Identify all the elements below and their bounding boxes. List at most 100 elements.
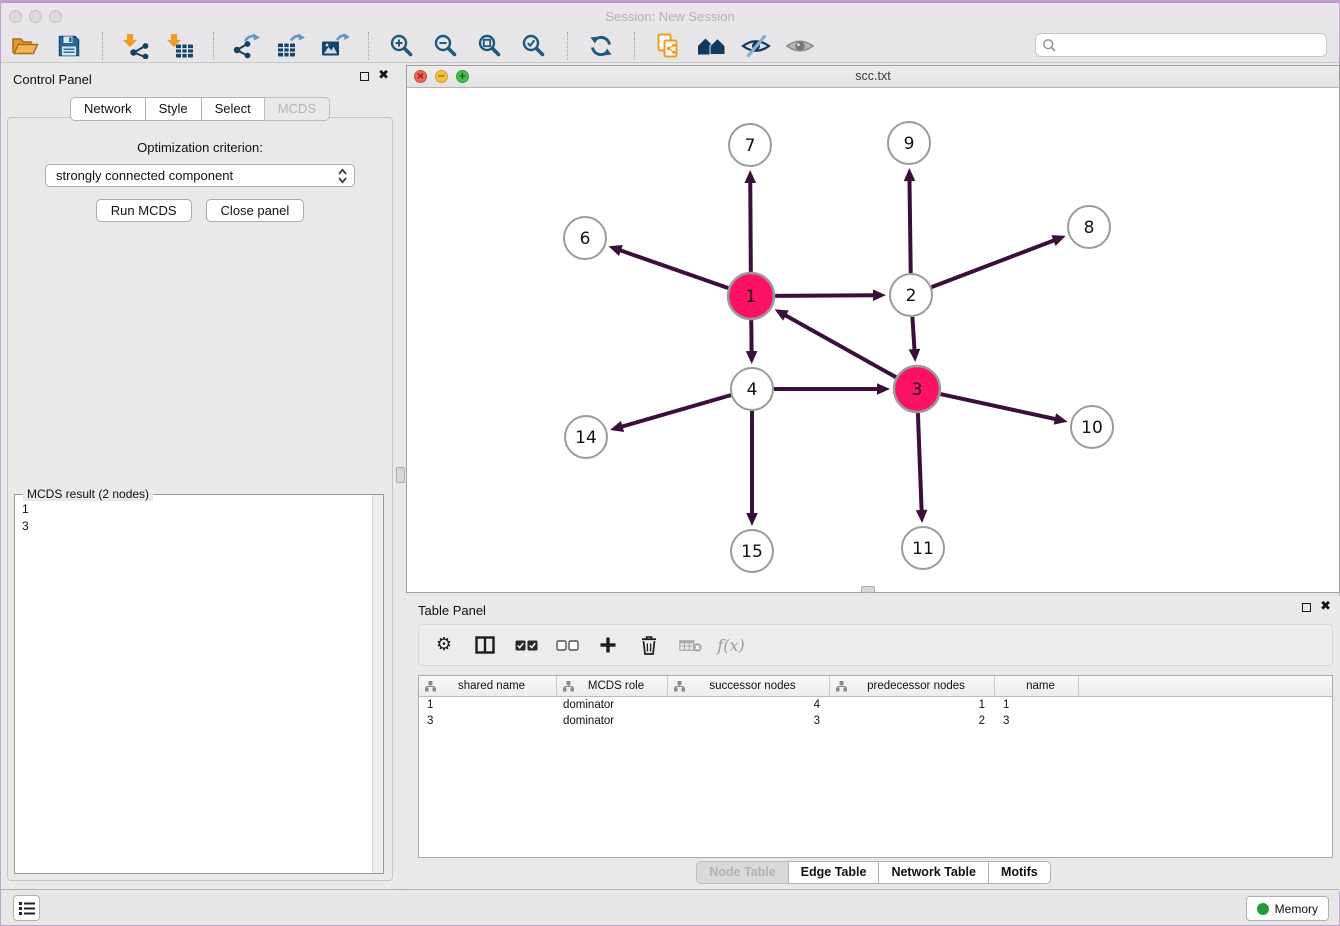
search-field [1035,33,1327,57]
function-builder-icon[interactable]: f(x) [719,632,743,658]
zoom-fit-magnifier-icon[interactable] [472,30,508,62]
tab-mcds[interactable]: MCDS [264,97,330,121]
houses-icon[interactable] [694,30,730,62]
memory-status-icon [1257,903,1269,915]
delete-table-icon[interactable] [678,632,702,658]
close-panel-icon[interactable]: ✖ [378,71,389,81]
graph-edge[interactable] [918,413,922,512]
network-window-titlebar[interactable]: × − + scc.txt [407,66,1339,88]
column-header-successor-nodes[interactable]: successor nodes [668,676,830,696]
tab-motifs[interactable]: Motifs [988,861,1051,884]
column-header-mcds-role[interactable]: MCDS role [557,676,668,696]
tab-network[interactable]: Network [70,97,146,121]
tab-style[interactable]: Style [145,97,202,121]
table-row[interactable]: 3 dominator 3 2 3 [419,713,1332,729]
optimization-criterion-dropdown[interactable]: strongly connected component [45,164,355,187]
column-header-name[interactable]: name [995,676,1079,696]
graph-edge[interactable] [619,250,728,288]
tab-node-table[interactable]: Node Table [696,861,788,884]
graph-edge[interactable] [909,179,910,273]
select-all-checkboxes-icon[interactable] [514,632,538,658]
graph-edge-arrowhead [904,168,916,181]
svg-text:6: 6 [580,229,591,249]
export-image-icon[interactable] [317,30,353,62]
graph-edge-arrowhead [610,421,624,432]
hierarchy-icon [836,681,847,692]
graph-edge-arrowhead [609,245,623,256]
graph-edge-arrowhead [746,513,758,526]
graph-node-1[interactable]: 1 [728,273,774,319]
vertical-splitter-handle[interactable] [396,467,405,483]
zoom-selected-magnifier-icon[interactable] [516,30,552,62]
network-window-title: scc.txt [407,69,1339,83]
toolbar-separator [102,32,103,60]
graph-node-9[interactable]: 9 [888,122,930,164]
split-columns-icon[interactable] [473,632,497,658]
graph-edge-arrowhead [1051,235,1065,246]
close-panel-button[interactable]: Close panel [206,199,305,222]
svg-text:10: 10 [1081,418,1103,438]
add-column-icon[interactable] [596,632,620,658]
graph-edge-arrowhead [873,289,886,301]
task-history-button[interactable] [13,895,40,921]
zoom-in-magnifier-icon[interactable] [384,30,420,62]
export-network-icon[interactable] [229,30,265,62]
import-network-icon[interactable] [118,30,154,62]
graph-edge[interactable] [912,317,914,351]
export-table-icon[interactable] [273,30,309,62]
refresh-arrows-icon[interactable] [583,30,619,62]
network-view-window: × − + scc.txt 7 9 6 8 1 2 4 3 14 10 15 11 [406,65,1340,593]
save-floppy-icon[interactable] [51,30,87,62]
gear-icon[interactable]: ⚙ [432,632,456,658]
eye-slash-icon[interactable] [738,30,774,62]
close-table-panel-icon[interactable]: ✖ [1320,602,1331,612]
run-mcds-button[interactable]: Run MCDS [96,199,192,222]
zoom-out-magnifier-icon[interactable] [428,30,464,62]
graph-edge[interactable] [940,394,1056,419]
column-header-filler [1079,676,1332,696]
svg-text:11: 11 [912,539,934,559]
graph-node-2[interactable]: 2 [890,274,932,316]
graph-edge[interactable] [621,395,731,427]
float-table-panel-icon[interactable] [1302,603,1311,612]
graph-node-4[interactable]: 4 [731,368,773,410]
graph-edge[interactable] [784,315,896,378]
horizontal-splitter-handle[interactable] [861,586,875,593]
graph-edge-arrowhead [909,349,921,362]
graph-node-7[interactable]: 7 [729,124,771,166]
table-row[interactable]: 1 dominator 4 1 1 [419,697,1332,713]
toolbar-separator [213,32,214,60]
graph-node-11[interactable]: 11 [902,527,944,569]
tab-select[interactable]: Select [201,97,265,121]
app-title: Session: New Session [1,9,1339,24]
graph-node-15[interactable]: 15 [731,530,773,572]
graph-node-8[interactable]: 8 [1068,206,1110,248]
mcds-tab-content: Optimization criterion: strongly connect… [7,117,393,881]
graph-edge[interactable] [932,240,1056,287]
memory-button[interactable]: Memory [1246,896,1329,921]
trash-icon[interactable] [637,632,661,658]
dropdown-value: strongly connected component [56,168,233,183]
open-folder-icon[interactable] [7,30,43,62]
graph-node-6[interactable]: 6 [564,217,606,259]
result-scrollbar[interactable] [372,495,383,873]
graph-edge[interactable] [750,181,751,272]
copy-documents-icon[interactable] [650,30,686,62]
search-input[interactable] [1057,35,1326,55]
column-header-predecessor-nodes[interactable]: predecessor nodes [830,676,995,696]
svg-text:1: 1 [746,287,757,307]
column-header-shared-name[interactable]: shared name [419,676,557,696]
graph-node-3[interactable]: 3 [894,366,940,412]
float-panel-icon[interactable] [360,72,369,81]
window-border-accent [1,1,1339,3]
graph-edge[interactable] [775,295,875,296]
tab-network-table[interactable]: Network Table [878,861,989,884]
tab-edge-table[interactable]: Edge Table [788,861,880,884]
network-canvas[interactable]: 7 9 6 8 1 2 4 3 14 10 15 11 [407,88,1339,592]
eye-icon[interactable] [782,30,818,62]
deselect-checkboxes-icon[interactable] [555,632,579,658]
svg-text:15: 15 [741,542,763,562]
graph-node-10[interactable]: 10 [1071,406,1113,448]
import-table-icon[interactable] [162,30,198,62]
graph-node-14[interactable]: 14 [565,416,607,458]
